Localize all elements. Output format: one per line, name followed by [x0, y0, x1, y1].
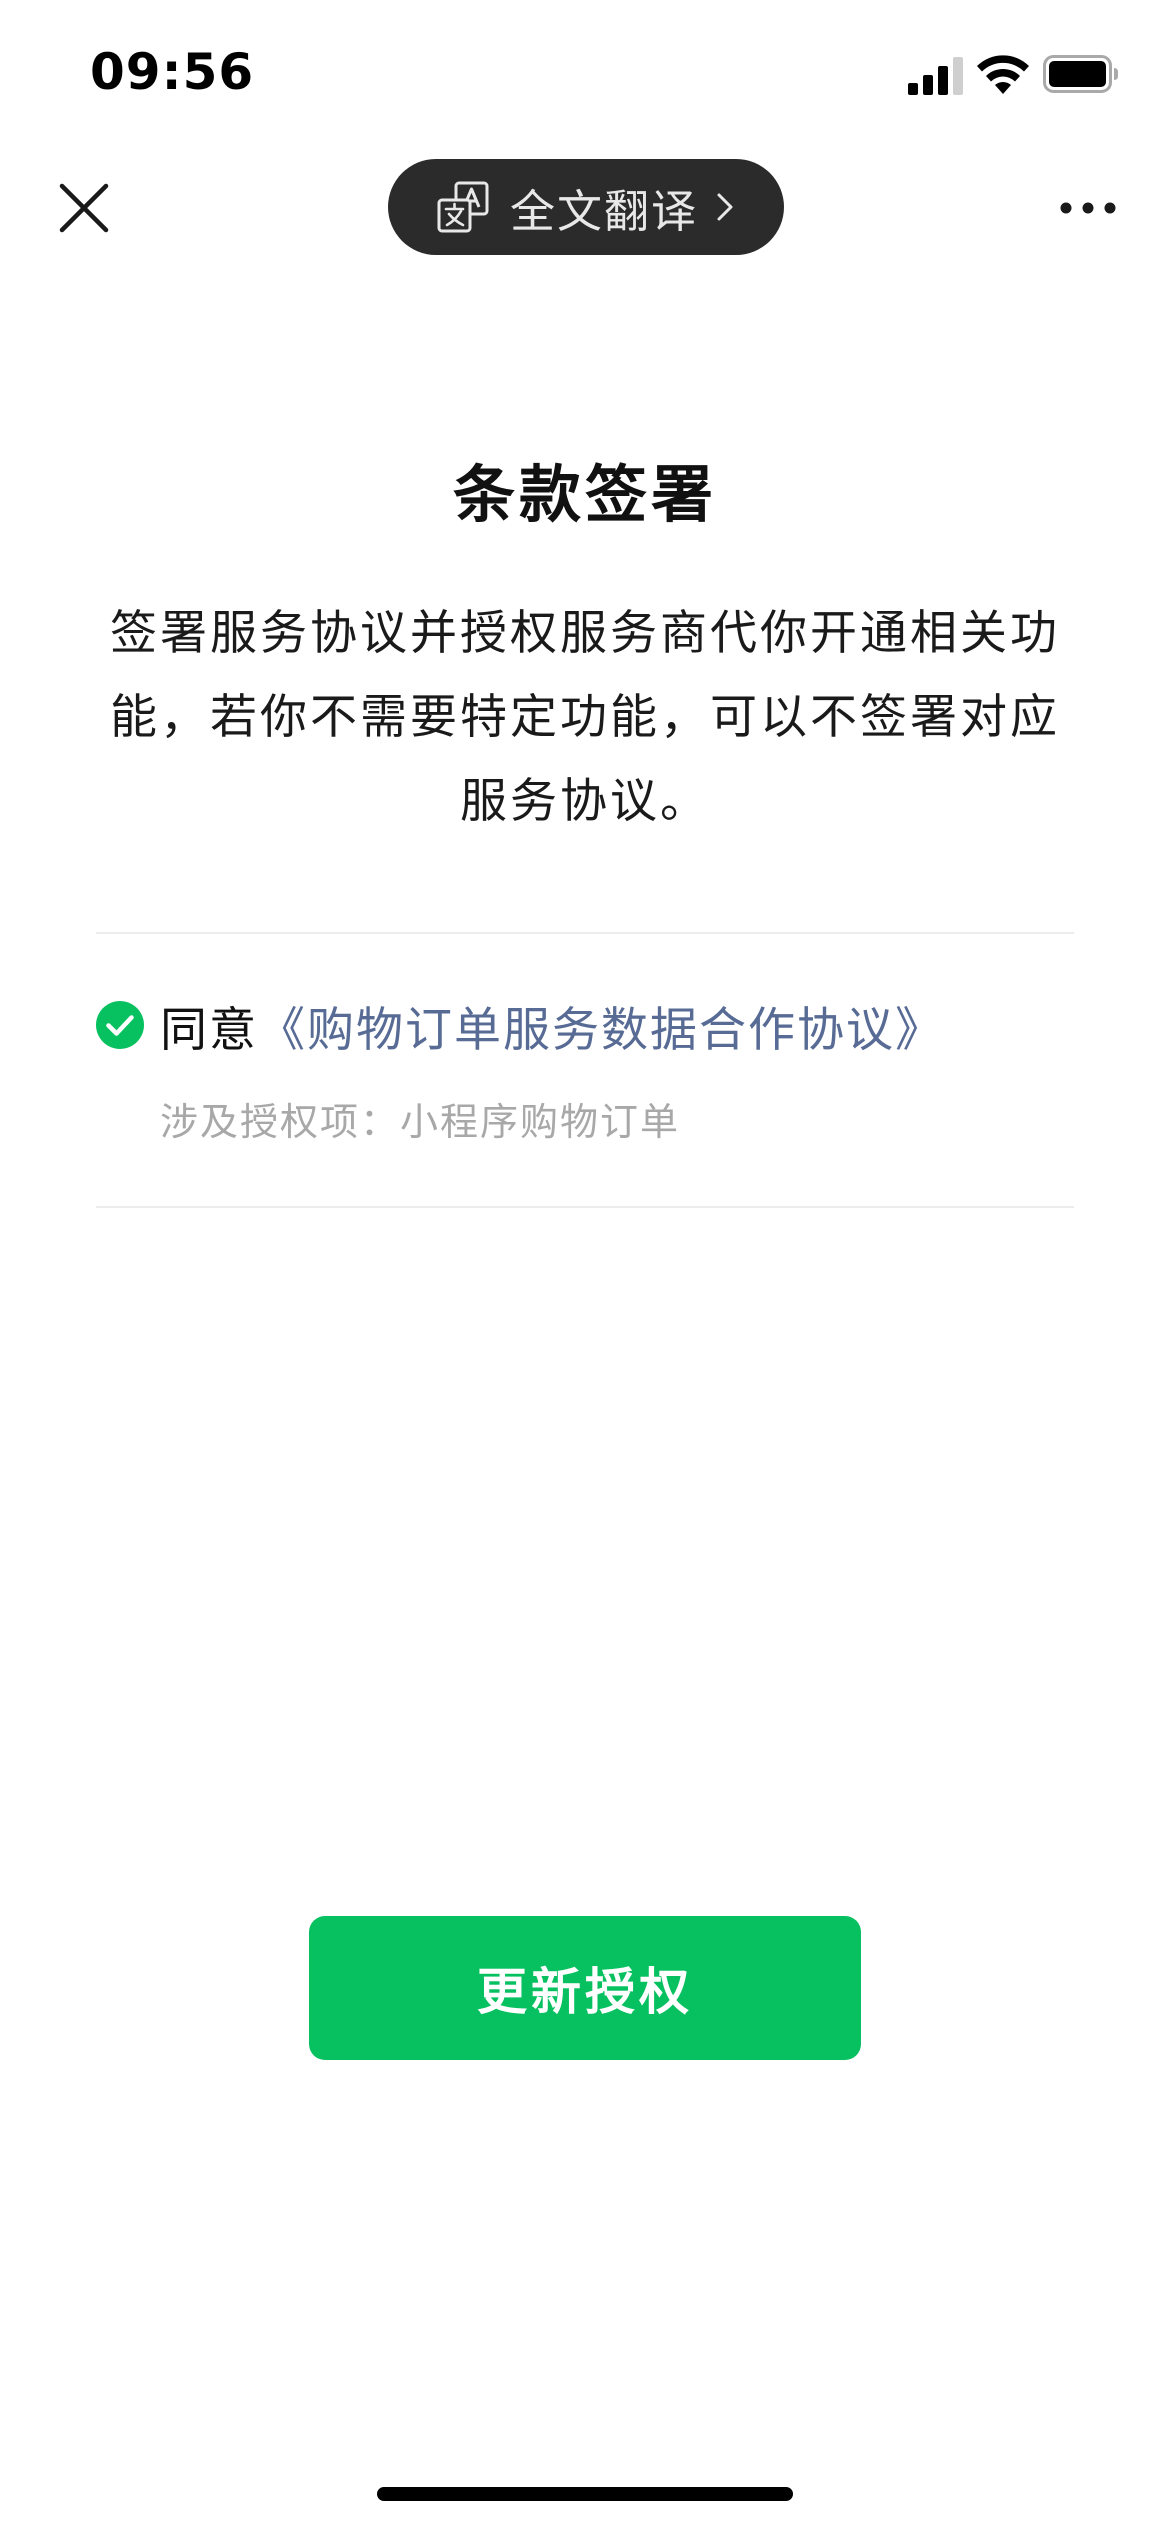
agreement-link[interactable]: 《购物订单服务数据合作协议》: [258, 991, 944, 1060]
agree-label: 同意: [160, 1002, 258, 1058]
divider: [96, 932, 1074, 934]
signal-icon: [908, 57, 963, 95]
status-time: 09:56: [90, 43, 255, 101]
translate-icon: [437, 181, 489, 233]
battery-icon: [1043, 55, 1118, 93]
update-authorization-button[interactable]: 更新授权: [309, 1916, 861, 2060]
wifi-icon: [977, 55, 1029, 94]
translate-button[interactable]: 全文翻译: [388, 159, 784, 255]
chevron-right-icon: [717, 193, 733, 221]
description-text: 签署服务协议并授权服务商代你开通相关功能，若你不需要特定功能，可以不签署对应服务…: [110, 606, 1060, 829]
check-circle-icon[interactable]: [96, 1001, 144, 1049]
more-icon[interactable]: [1058, 190, 1118, 226]
divider: [96, 1206, 1074, 1208]
home-indicator: [377, 2487, 793, 2501]
agreement-checkbox-row[interactable]: 同意 《购物订单服务数据合作协议》: [96, 990, 944, 1060]
page-title: 条款签署: [452, 458, 717, 531]
authorization-scope-text: 涉及授权项：小程序购物订单: [160, 1100, 681, 1144]
close-button[interactable]: [56, 180, 112, 236]
translate-label: 全文翻译: [509, 184, 698, 238]
